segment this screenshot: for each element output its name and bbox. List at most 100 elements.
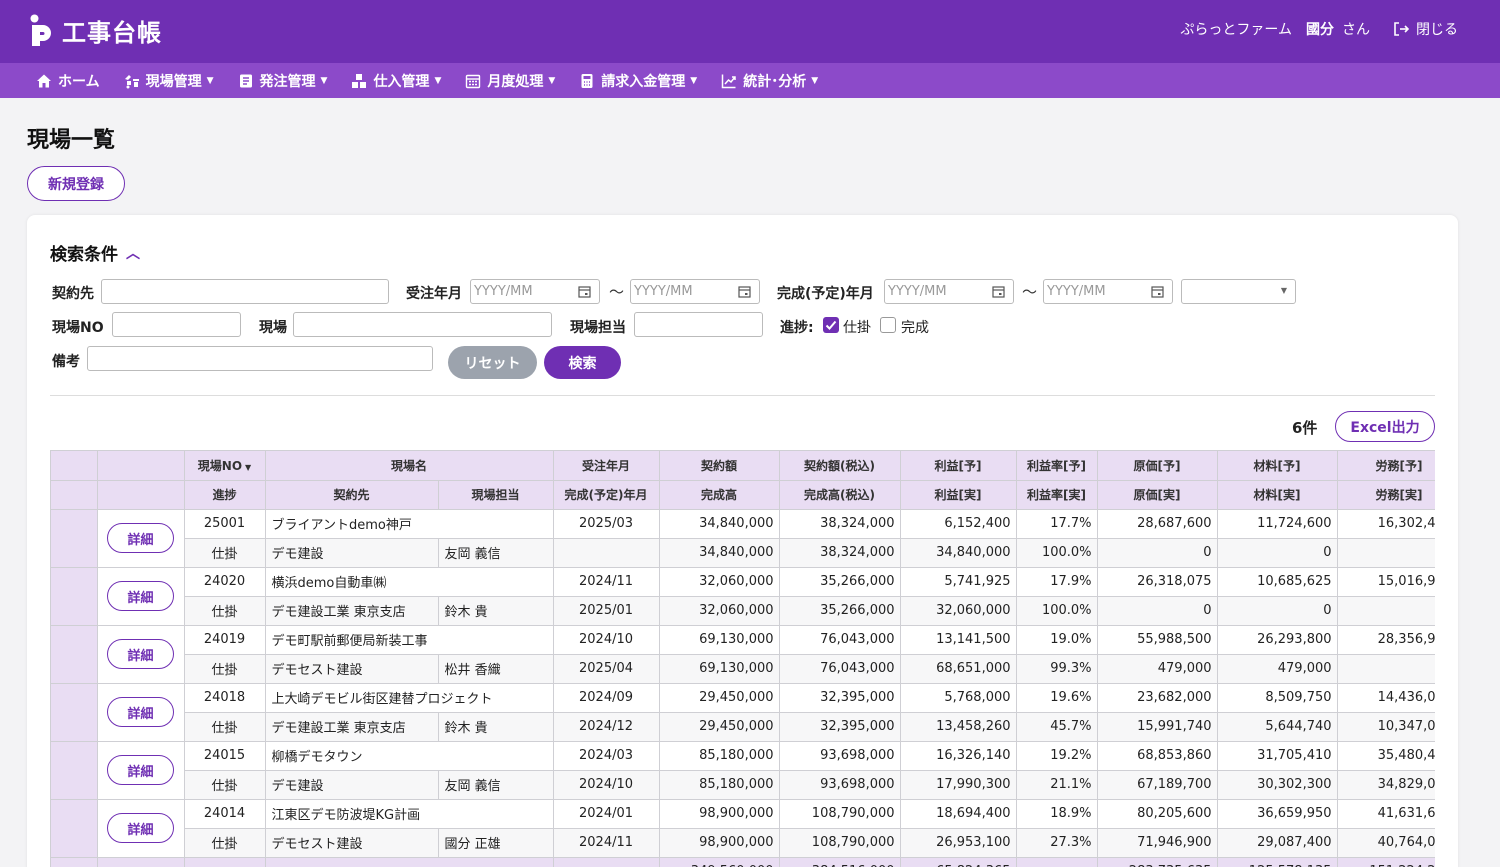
nav-purchase-management[interactable]: 仕入管理 ▼	[351, 71, 441, 91]
nav-site-management[interactable]: 現場管理 ▼	[124, 71, 214, 91]
cell-labor-plan: 15,016,9	[1337, 567, 1435, 597]
order-month-to[interactable]	[630, 279, 760, 304]
cell-contract: 34,840,000	[659, 509, 780, 539]
cell-profit-plan: 5,741,925	[900, 567, 1017, 597]
table-row: 仕掛 デモセスト建設 國分 正雄 2024/11 98,900,000 108,790,0…	[51, 828, 1435, 858]
detail-button[interactable]: 詳細	[107, 581, 174, 611]
contractor-input[interactable]	[101, 279, 389, 304]
detail-button[interactable]: 詳細	[107, 639, 174, 669]
header-blank	[97, 451, 185, 481]
cell-manager: 友岡 義信	[438, 538, 554, 568]
cell-progress: 仕掛	[184, 654, 266, 684]
table-row: 詳細 25001 ブライアントdemo神戸 2025/03 34,840,000 38,3…	[51, 509, 1435, 568]
cell-rate-plan: 17.7%	[1016, 509, 1098, 539]
progress-done-checkbox[interactable]	[880, 317, 896, 333]
search-conditions-toggle[interactable]: 検索条件 ︿	[50, 240, 140, 265]
cell-contract: 98,900,000	[659, 799, 780, 829]
cell-rate-plan: 19.0%	[1016, 625, 1098, 655]
search-button[interactable]: 検索	[544, 346, 621, 379]
completion-month-from[interactable]	[884, 279, 1014, 304]
cell-site-name: 横浜demo自動車㈱	[265, 567, 554, 597]
nav-statistics[interactable]: 統計･分析 ▼	[721, 71, 818, 91]
site-no-input[interactable]	[112, 312, 241, 337]
cell-done-tax: 38,324,000	[779, 538, 901, 568]
cell-manager: 鈴木 貴	[438, 596, 554, 626]
row-stripe	[51, 625, 98, 684]
remarks-input[interactable]	[87, 346, 433, 371]
row-stripe	[51, 683, 98, 742]
cell-cost-plan: 26,318,075	[1097, 567, 1218, 597]
detail-button[interactable]: 詳細	[107, 523, 174, 553]
cell-completion-month: 2025/04	[553, 654, 660, 684]
company-name: ぷらっとファーム	[1180, 22, 1292, 38]
detail-button[interactable]: 詳細	[107, 697, 174, 727]
header-contract-tax: 契約額(税込)	[779, 451, 901, 481]
completion-month-to[interactable]	[1043, 279, 1173, 304]
total-blank	[51, 857, 98, 867]
brand[interactable]: 工事台帳	[30, 14, 162, 47]
cell-done-tax: 35,266,000	[779, 596, 901, 626]
site-table-container[interactable]: 現場NO ▼ 現場名 受注年月 契約額 契約額(税込) 利益[予] 利益率[予] …	[50, 450, 1435, 867]
total-cost: 283,735,635	[1097, 857, 1218, 867]
cell-manager: 鈴木 貴	[438, 712, 554, 742]
cell-progress: 仕掛	[184, 538, 266, 568]
detail-button[interactable]: 詳細	[107, 755, 174, 785]
detail-cell: 詳細	[97, 799, 185, 858]
nav-monthly-processing[interactable]: 月度処理 ▼	[465, 71, 555, 91]
cell-labor-actual	[1337, 654, 1435, 684]
cell-material-actual: 5,644,740	[1217, 712, 1338, 742]
header-contract: 契約額	[659, 451, 780, 481]
cell-order-month: 2024/10	[553, 625, 660, 655]
nav-home[interactable]: ホーム	[36, 71, 100, 91]
header-blank	[97, 480, 185, 510]
cell-site-no: 24014	[184, 799, 266, 829]
site-input[interactable]	[293, 312, 552, 337]
manager-input[interactable]	[634, 312, 763, 337]
cell-material-plan: 26,293,800	[1217, 625, 1338, 655]
header-site-no[interactable]: 現場NO ▼	[184, 451, 266, 481]
cell-contract-tax: 32,395,000	[779, 683, 901, 713]
page-title: 現場一覧	[27, 128, 116, 153]
nav-label: 現場管理	[145, 73, 202, 90]
cell-contract-tax: 76,043,000	[779, 625, 901, 655]
cell-labor-plan: 14,436,0	[1337, 683, 1435, 713]
cell-done-tax: 108,790,000	[779, 828, 901, 858]
cell-cost-plan: 23,682,000	[1097, 683, 1218, 713]
filter-select[interactable]: ▼	[1181, 279, 1296, 304]
header-labor-plan: 労務[予]	[1337, 451, 1435, 481]
app-title: 工事台帳	[62, 18, 162, 47]
header-profit-actual: 利益[実]	[900, 480, 1017, 510]
cell-site-name: 江東区デモ防波堤KG計画	[265, 799, 554, 829]
cell-order-month: 2024/09	[553, 683, 660, 713]
progress-in-progress-checkbox[interactable]	[823, 317, 839, 333]
detail-cell: 詳細	[97, 683, 185, 742]
chevron-down-icon: ▼	[548, 75, 556, 86]
cell-labor-actual: 34,829,0	[1337, 770, 1435, 800]
check-icon	[825, 320, 837, 330]
user-area: ぷらっとファーム 國分 さん 閉じる	[1180, 19, 1458, 39]
remarks-label: 備考	[52, 354, 80, 370]
header-done: 完成高	[659, 480, 780, 510]
total-labor: 151,224,2	[1337, 857, 1435, 867]
logout-button[interactable]: 閉じる	[1392, 19, 1458, 39]
excel-export-button[interactable]: Excel出力	[1335, 411, 1435, 442]
reset-button[interactable]: リセット	[448, 346, 537, 379]
nav-order-management[interactable]: 発注管理 ▼	[238, 71, 328, 91]
nav-billing-management[interactable]: 請求入金管理 ▼	[579, 71, 697, 91]
cell-material-actual: 30,302,300	[1217, 770, 1338, 800]
header-manager: 現場担当	[438, 480, 554, 510]
cell-completion-month: 2025/01	[553, 596, 660, 626]
site-table: 現場NO ▼ 現場名 受注年月 契約額 契約額(税込) 利益[予] 利益率[予] …	[51, 451, 1435, 867]
cell-profit-plan: 18,694,400	[900, 799, 1017, 829]
new-registration-button[interactable]: 新規登録	[27, 166, 125, 201]
cell-labor-actual: 40,764,0	[1337, 828, 1435, 858]
detail-button[interactable]: 詳細	[107, 813, 174, 843]
cell-completion-month: 2024/11	[553, 828, 660, 858]
cell-rate-actual: 100.0%	[1016, 538, 1098, 568]
cell-done: 29,450,000	[659, 712, 780, 742]
header-cost-actual: 原価[実]	[1097, 480, 1218, 510]
logo-icon	[30, 14, 51, 46]
calendar-icon	[578, 286, 591, 298]
chevron-down-icon: ▼	[320, 75, 328, 86]
order-month-from[interactable]	[470, 279, 600, 304]
